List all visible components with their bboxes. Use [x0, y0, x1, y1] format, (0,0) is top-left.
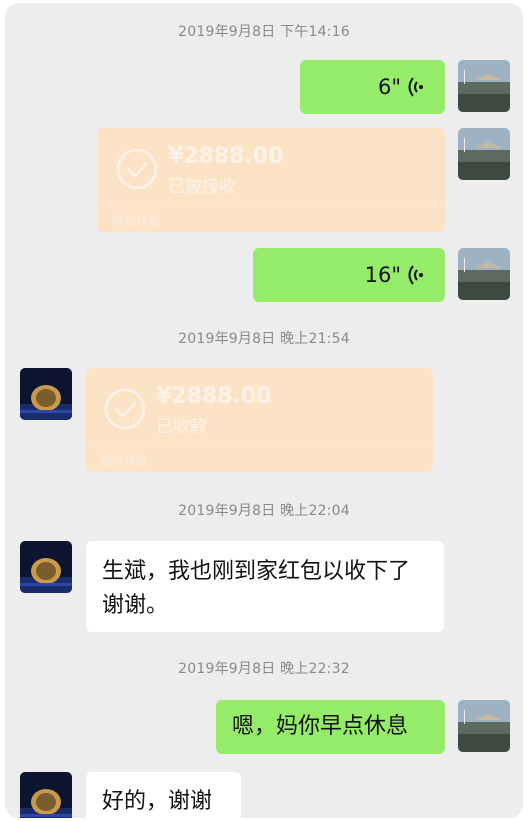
voice-duration: 16"	[364, 263, 401, 287]
text-message[interactable]: 生斌，我也刚到家红包以收下了谢谢。	[86, 541, 444, 632]
chat-window: 2019年9月8日 下午14:16 6" ¥2888.00 已被接收 微信转账 …	[5, 3, 523, 818]
voice-wave-icon	[408, 77, 423, 97]
voice-duration: 6"	[377, 75, 401, 99]
timestamp: 2019年9月8日 晚上22:04	[178, 503, 350, 519]
contact-avatar[interactable]	[20, 541, 72, 593]
timestamp: 2019年9月8日 晚上22:32	[178, 661, 350, 677]
text-message[interactable]: 好的，谢谢	[86, 772, 241, 818]
transfer-amount: ¥2888.00	[156, 384, 272, 409]
contact-avatar[interactable]	[20, 772, 72, 818]
voice-wave-icon	[408, 265, 423, 285]
transfer-footer: 微信转账	[100, 454, 149, 468]
my-avatar[interactable]	[458, 60, 510, 112]
transfer-status: 已被接收	[168, 177, 236, 197]
transfer-card[interactable]: ¥2888.00 已收款 微信转账	[86, 368, 433, 472]
contact-avatar[interactable]	[20, 368, 72, 420]
transfer-footer: 微信转账	[112, 214, 161, 228]
check-circle-icon	[116, 148, 158, 190]
voice-message[interactable]: 6"	[300, 60, 445, 114]
timestamp: 2019年9月8日 晚上21:54	[178, 331, 350, 347]
transfer-amount: ¥2888.00	[168, 144, 284, 169]
text-message[interactable]: 嗯，妈你早点休息	[216, 700, 445, 754]
timestamp: 2019年9月8日 下午14:16	[178, 24, 350, 40]
check-circle-icon	[104, 388, 146, 430]
my-avatar[interactable]	[458, 700, 510, 752]
divider	[98, 206, 445, 207]
my-avatar[interactable]	[458, 128, 510, 180]
my-avatar[interactable]	[458, 248, 510, 300]
transfer-status: 已收款	[156, 417, 207, 437]
transfer-card[interactable]: ¥2888.00 已被接收 微信转账	[98, 128, 445, 232]
voice-message[interactable]: 16"	[253, 248, 445, 302]
divider	[86, 446, 433, 447]
